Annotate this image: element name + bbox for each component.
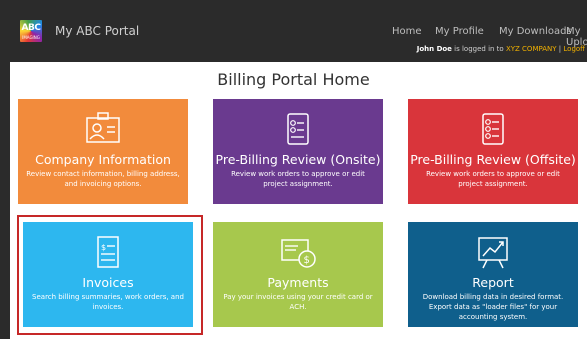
page-title: Billing Portal Home: [217, 70, 370, 89]
tile-title: Invoices: [82, 275, 134, 290]
contact-card-icon: [86, 112, 120, 143]
nav-my-profile[interactable]: My Profile: [435, 26, 484, 37]
tile-title: Report: [472, 275, 514, 290]
checklist-icon: [287, 113, 309, 145]
separator: |: [558, 45, 562, 53]
company-name: XYZ COMPANY: [505, 45, 557, 53]
report-chart-icon: [478, 237, 508, 269]
user-status-bar: John Doe is logged in to XYZ COMPANY | L…: [10, 44, 587, 55]
tile-description: Review work orders to approve or edit pr…: [426, 170, 560, 188]
tile-company-information[interactable]: Company Information Review contact infor…: [18, 99, 188, 204]
tile-description: Pay your invoices using your credit card…: [223, 293, 373, 311]
tile-description: Review work orders to approve or edit pr…: [231, 170, 365, 188]
tile-pre-billing-offsite[interactable]: Pre-Billing Review (Offsite) Review work…: [408, 99, 578, 204]
app-title: My ABC Portal: [55, 24, 140, 38]
abc-logo[interactable]: ABC IMAGING: [20, 20, 42, 42]
tile-title: Pre-Billing Review (Offsite): [410, 152, 576, 167]
tile-description: Download billing data in desired format.…: [422, 293, 564, 321]
tile-description: Review contact information, billing addr…: [26, 170, 180, 188]
tile-title: Payments: [267, 275, 329, 290]
payment-card-icon: $: [281, 239, 316, 268]
svg-text:$: $: [304, 255, 310, 266]
nav-home[interactable]: Home: [392, 26, 422, 37]
tile-title: Company Information: [35, 152, 171, 167]
tile-report[interactable]: Report Download billing data in desired …: [408, 222, 578, 327]
logged-in-text: is logged in to: [454, 45, 504, 53]
checklist-icon: [482, 113, 504, 145]
nav-my-downloads[interactable]: My Downloads: [499, 26, 572, 37]
user-name: John Doe: [416, 45, 452, 53]
tile-title: Pre-Billing Review (Onsite): [215, 152, 381, 167]
logo-text: ABC: [21, 23, 41, 33]
tile-pre-billing-onsite[interactable]: Pre-Billing Review (Onsite) Review work …: [213, 99, 383, 204]
logo-subtext: IMAGING: [22, 35, 40, 40]
logoff-link[interactable]: Logoff: [563, 45, 585, 53]
tile-invoices[interactable]: $ Invoices Search billing summaries, wor…: [23, 222, 193, 327]
invoice-icon: $: [97, 236, 119, 268]
tile-description: Search billing summaries, work orders, a…: [32, 293, 184, 311]
login-status: John Doe is logged in to XYZ COMPANY | L…: [417, 45, 585, 53]
tile-payments[interactable]: $ Payments Pay your invoices using your …: [213, 222, 383, 327]
svg-text:$: $: [101, 243, 106, 252]
left-border: [0, 0, 10, 339]
